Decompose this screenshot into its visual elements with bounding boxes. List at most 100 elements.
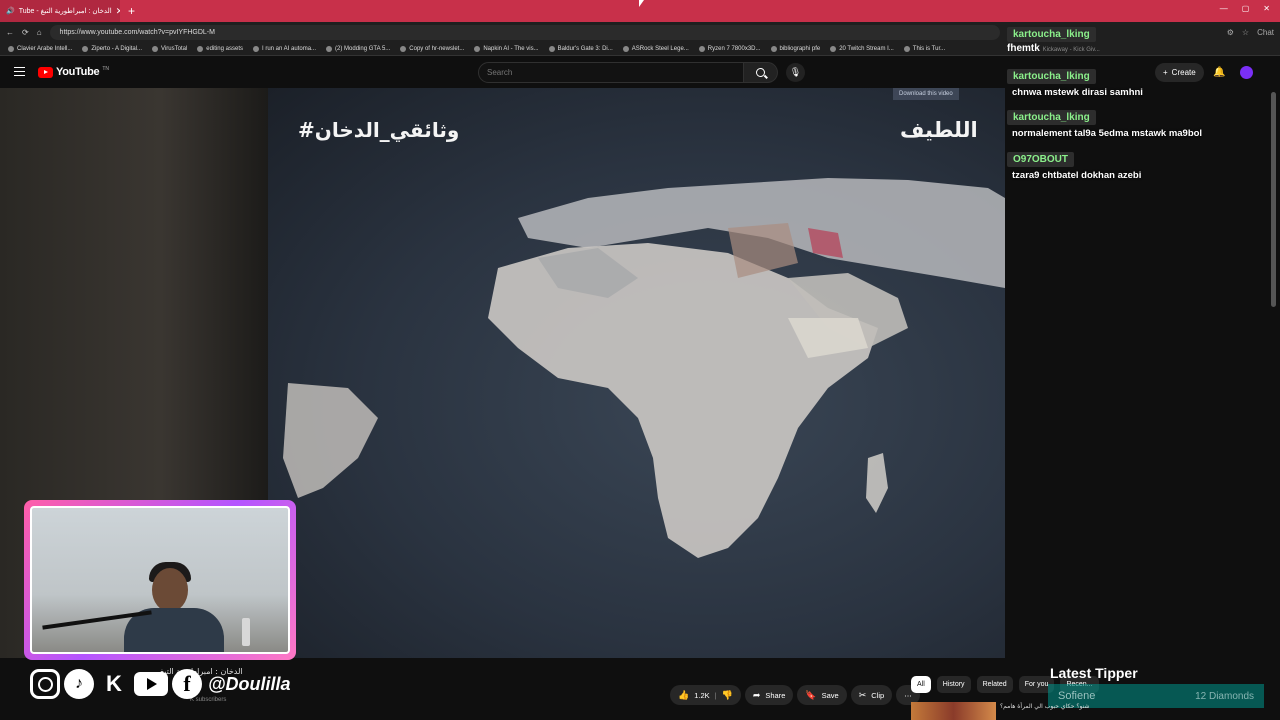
bookmark-favicon-icon	[622, 45, 629, 52]
bookmark-favicon-icon	[903, 45, 910, 52]
bookmark-label: editing assets	[206, 45, 243, 52]
bookmark-favicon-icon	[253, 45, 259, 52]
bookmark-item[interactable]: Napkin AI - The vis...	[474, 45, 539, 52]
bookmark-item[interactable]: Copy of hr-newslet...	[400, 45, 465, 52]
bookmark-label: I run an AI automa...	[262, 45, 317, 52]
latest-tipper-title: Latest Tipper	[1050, 665, 1138, 681]
video-actions: 👍 1.2K | 👎 ➦ Share 🔖 Save ✂ Clip ⋯	[670, 685, 920, 705]
clip-label: Clip	[871, 690, 885, 700]
youtube-logo-country: TN	[102, 66, 109, 72]
chat-username: O97OBOUT	[1007, 152, 1075, 167]
chat-username: kartoucha_lking	[1007, 69, 1096, 84]
chat-message: kartoucha_lking chnwa mstewk dirasi samh…	[1007, 66, 1267, 98]
youtube-logo-text: YouTube	[56, 66, 100, 78]
facebook-icon: f	[172, 669, 202, 699]
bookmark-item[interactable]: VirusTotal	[152, 45, 188, 52]
highlighted-region-north	[728, 223, 798, 278]
bookmark-item[interactable]: (2) Modding GTA 5...	[326, 45, 391, 52]
bookmark-item[interactable]: ASRock Steel Lege...	[622, 45, 689, 52]
bookmark-label: ASRock Steel Lege...	[631, 45, 689, 52]
bookmark-favicon-icon	[8, 45, 14, 52]
url-text: https://www.youtube.com/watch?v=pvIYFHGD…	[59, 28, 215, 36]
bookmark-label: Clavier Arabe Intell...	[17, 45, 73, 52]
chat-second-entry: fhemtk Kickaway - Kick Giv...	[1007, 43, 1267, 54]
page-scrollbar[interactable]	[1271, 92, 1276, 307]
hamburger-menu-icon[interactable]	[14, 67, 25, 76]
chat-message: kartoucha_lking normalement tal9a 5edma …	[1007, 107, 1267, 139]
screen: { "browser": { "tab_title": "Tube - الدخ…	[0, 0, 1280, 720]
bookmark-item[interactable]: 20 Twitch Stream I...	[830, 45, 894, 52]
bookmark-favicon-icon	[830, 45, 837, 52]
share-button[interactable]: ➦ Share	[744, 685, 794, 705]
bookmark-label: Baldur's Gate 3: Di...	[557, 45, 613, 52]
save-button[interactable]: 🔖 Save	[797, 685, 847, 705]
reload-icon[interactable]: ⟳	[22, 28, 29, 37]
voice-search-button[interactable]: 🎙	[786, 63, 805, 82]
back-icon[interactable]: ←	[6, 28, 14, 37]
divider: |	[714, 690, 717, 700]
bookmark-favicon-icon	[197, 45, 204, 52]
bookmark-item[interactable]: Ryzen 7 7800x3D...	[698, 45, 761, 52]
bookmark-item[interactable]: Clavier Arabe Intell...	[8, 45, 73, 52]
chat-meta: Kickaway - Kick Giv...	[1042, 47, 1100, 53]
chat-header-entry: kartoucha_lking	[1007, 24, 1267, 42]
webcam-frame	[24, 500, 296, 660]
recommendation-thumbnail[interactable]	[911, 702, 996, 720]
bookmark-favicon-icon	[82, 45, 89, 52]
bookmark-favicon-icon	[474, 45, 481, 52]
bookmark-item[interactable]: Ziperto - A Digital...	[82, 45, 142, 52]
social-links-bar: ♪ K f @Doulilla	[30, 668, 291, 700]
tipper-amount: 12 Diamonds	[1195, 690, 1254, 702]
bookmark-label: (2) Modding GTA 5...	[335, 45, 391, 52]
bookmark-item[interactable]: bibliographi pfe	[770, 45, 821, 52]
chat-text: tzara9 chtbatel dokhan azebi	[1012, 170, 1142, 181]
social-handle: @Doulilla	[208, 673, 291, 694]
bookmark-label: This is Tur...	[912, 45, 946, 52]
chip-history[interactable]: History	[936, 676, 971, 693]
bookmark-favicon-icon	[152, 45, 159, 52]
kick-icon: K	[106, 671, 122, 696]
close-window-icon[interactable]: ✕	[1263, 4, 1270, 13]
search-button[interactable]	[744, 62, 778, 83]
chat-text: normalement tal9a 5edma mstawk ma9bol	[1012, 128, 1203, 139]
minimize-icon[interactable]: —	[1220, 4, 1228, 13]
youtube-logo[interactable]: YouTube TN	[38, 66, 109, 78]
video-hashtag-overlay: #وثائقي_الدخان	[298, 118, 460, 142]
microphone-icon: 🎙	[789, 67, 802, 77]
chip-all[interactable]: All	[911, 676, 931, 693]
download-video-hint[interactable]: Download this video	[893, 88, 959, 100]
like-count: 1.2K	[694, 690, 710, 700]
maximize-icon[interactable]: ▢	[1242, 4, 1250, 13]
video-frame[interactable]	[268, 88, 1005, 658]
like-button[interactable]: 👍 1.2K | 👎	[670, 685, 741, 705]
recommendation-title[interactable]: شنو؟ حكاي حبوب الي المرأة هامم؟	[1000, 703, 1089, 710]
new-tab-button[interactable]: +	[128, 4, 135, 18]
browser-tab-youtube[interactable]: 🔊 Tube - الدخان : امبراطورية التبغ ✕	[0, 0, 120, 22]
close-tab-icon[interactable]: ✕	[116, 6, 120, 17]
bookmark-label: 20 Twitch Stream I...	[839, 45, 894, 52]
search-input[interactable]	[478, 62, 744, 83]
save-label: Save	[821, 690, 839, 700]
bookmark-item[interactable]: I run an AI automa...	[253, 45, 317, 52]
url-field[interactable]: https://www.youtube.com/watch?v=pvIYFHGD…	[49, 24, 1000, 40]
bookmark-label: Napkin AI - The vis...	[483, 45, 539, 52]
chat-username: kartoucha_lking	[1007, 110, 1096, 125]
desk-bottle	[242, 618, 250, 646]
chip-related[interactable]: Related	[976, 676, 1013, 693]
chat-text: chnwa mstewk dirasi samhni	[1012, 87, 1143, 98]
bookmark-item[interactable]: This is Tur...	[903, 45, 946, 52]
clip-button[interactable]: ✂ Clip	[850, 685, 893, 705]
instagram-icon	[30, 669, 60, 699]
search-icon	[756, 68, 765, 77]
bookmark-item[interactable]: editing assets	[197, 45, 243, 52]
bookmark-label: VirusTotal	[161, 45, 188, 52]
home-icon[interactable]: ⌂	[37, 28, 42, 37]
window-controls: — ▢ ✕	[1220, 4, 1270, 13]
thumbs-down-icon[interactable]: 👎	[722, 690, 733, 701]
bookmark-item[interactable]: Baldur's Gate 3: Di...	[548, 45, 613, 52]
share-label: Share	[765, 690, 786, 700]
bookmark-label: bibliographi pfe	[779, 45, 821, 52]
bookmark-favicon-icon	[548, 45, 555, 52]
bookmark-label: Copy of hr-newslet...	[409, 45, 465, 52]
tiktok-icon: ♪	[64, 669, 94, 699]
